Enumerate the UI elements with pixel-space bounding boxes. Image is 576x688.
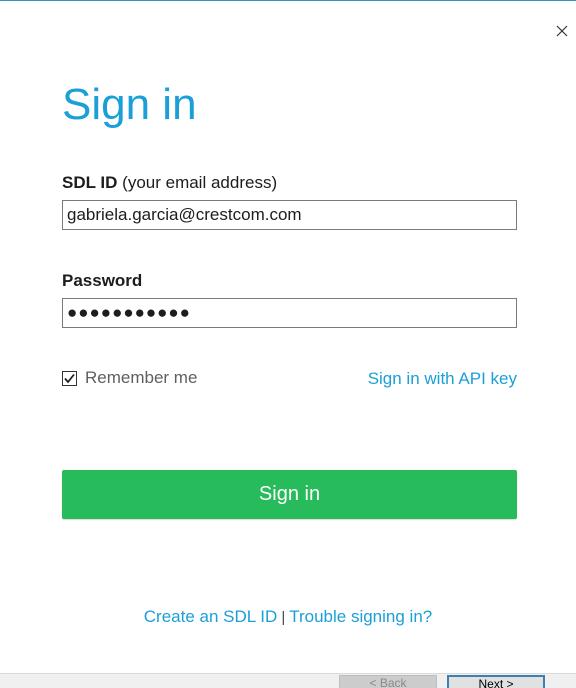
sign-in-button[interactable]: Sign in xyxy=(62,470,517,519)
password-field[interactable]: ●●●●●●●●●●● xyxy=(62,298,517,328)
page-title: Sign in xyxy=(62,80,197,129)
sign-in-api-key-link[interactable]: Sign in with API key xyxy=(368,369,517,389)
sdl-id-label-hint: (your email address) xyxy=(122,173,278,192)
close-icon[interactable] xyxy=(554,23,570,39)
password-label-bold: Password xyxy=(62,271,143,290)
sign-in-dialog: Sign in SDL ID (your email address) Pass… xyxy=(0,0,576,688)
back-button[interactable]: < Back xyxy=(339,675,437,688)
remember-me-checkbox[interactable]: Remember me xyxy=(62,368,197,388)
sdl-id-label: SDL ID (your email address) xyxy=(62,173,277,193)
next-button[interactable]: Next > xyxy=(447,675,545,688)
sdl-id-field[interactable] xyxy=(62,200,517,230)
create-sdl-id-link[interactable]: Create an SDL ID xyxy=(144,607,278,626)
password-label: Password xyxy=(62,271,142,291)
checkbox-checked-icon[interactable] xyxy=(62,370,77,386)
remember-me-label: Remember me xyxy=(85,368,198,387)
footer-links: Create an SDL ID | Trouble signing in? xyxy=(0,607,576,627)
sdl-id-label-bold: SDL ID xyxy=(62,173,118,192)
trouble-signing-in-link[interactable]: Trouble signing in? xyxy=(289,607,432,626)
link-separator: | xyxy=(281,609,286,626)
